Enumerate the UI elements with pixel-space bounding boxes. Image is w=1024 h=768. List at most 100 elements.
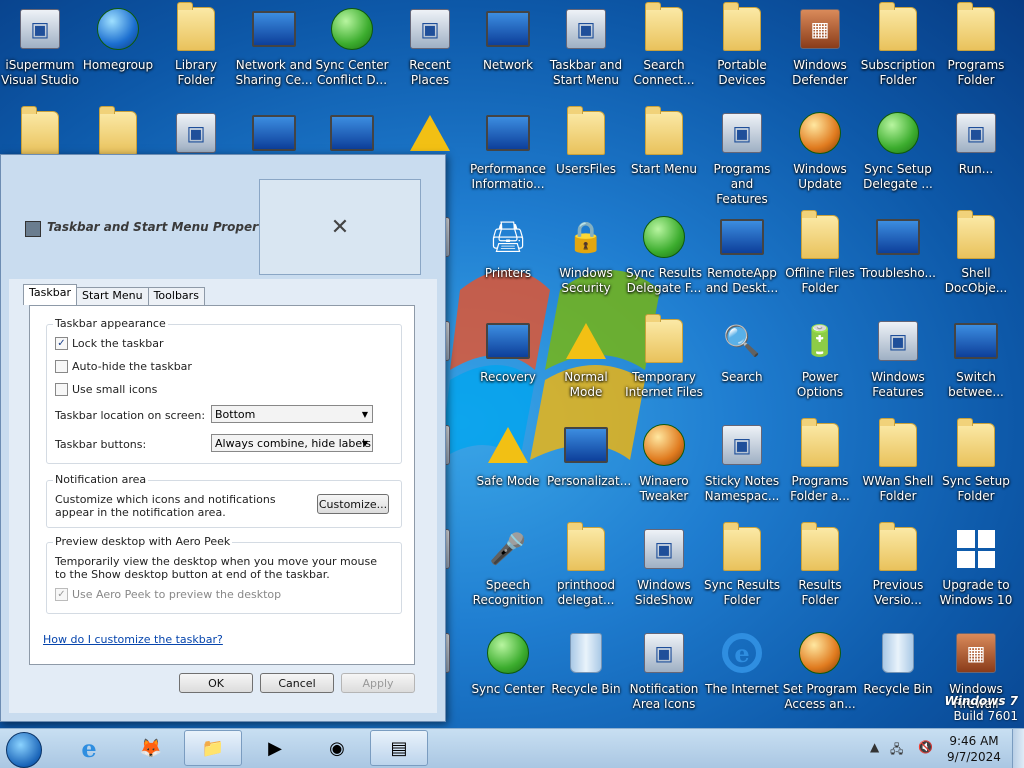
desktop-icon[interactable]: RemoteApp and Deskt... xyxy=(703,210,781,314)
desktop-icon[interactable]: Sync Setup Folder xyxy=(937,418,1015,522)
buttons-select[interactable]: Always combine, hide labels ▼ xyxy=(211,434,373,452)
desktop-icon[interactable]: Personalizat... xyxy=(547,418,631,522)
desktop-icon[interactable]: 🔒 Windows Security xyxy=(547,210,625,314)
desktop-icon[interactable]: Troublesho... xyxy=(859,210,937,314)
tab-taskbar[interactable]: Taskbar xyxy=(23,284,77,305)
media-icon: ▶ xyxy=(268,737,282,759)
show-hidden-icons-icon[interactable]: ▲ xyxy=(870,740,879,754)
desktop-icon[interactable]: e The Internet xyxy=(703,626,781,730)
desktop-icon[interactable]: Safe Mode xyxy=(469,418,547,522)
desktop-icon[interactable]: Subscription Folder xyxy=(859,2,937,106)
desktop-icon[interactable]: Shell DocObje... xyxy=(937,210,1015,314)
location-select[interactable]: Bottom ▼ xyxy=(211,405,373,423)
desktop-icon[interactable]: Set Program Access an... xyxy=(781,626,859,730)
checkbox-box[interactable]: ✓ xyxy=(55,588,68,601)
tab-toolbars[interactable]: Toolbars xyxy=(147,287,205,305)
desktop-icon-label: Recycle Bin xyxy=(551,682,621,696)
desktop-icon[interactable]: Results Folder xyxy=(781,522,859,626)
desktop-icon[interactable]: Homegroup xyxy=(79,2,157,106)
folder-icon xyxy=(563,106,609,156)
notification-area-group: Notification area Customize which icons … xyxy=(46,473,402,528)
desktop-icon[interactable]: Windows Update xyxy=(781,106,859,210)
desktop-icon[interactable]: ▦ Windows Defender xyxy=(781,2,859,106)
desktop-icon[interactable]: Library Folder xyxy=(157,2,235,106)
start-button[interactable] xyxy=(6,732,42,768)
cancel-button[interactable]: Cancel xyxy=(260,673,334,693)
ok-button[interactable]: OK xyxy=(179,673,253,693)
taskbar-button-file-explorer[interactable]: 📁 xyxy=(184,730,242,766)
desktop-icon[interactable]: Recovery xyxy=(469,314,547,418)
taskbar-button-internet-explorer[interactable]: e xyxy=(60,730,118,766)
tab-start-menu[interactable]: Start Menu xyxy=(76,287,149,305)
checkbox-box[interactable]: ✓ xyxy=(55,337,68,350)
desktop-icon[interactable]: Normal Mode xyxy=(547,314,625,418)
desktop-icon[interactable]: Previous Versio... xyxy=(859,522,937,626)
winaero-icon-shape xyxy=(643,424,685,466)
desktop-icon[interactable]: ▣ Notification Area Icons xyxy=(625,626,703,730)
desktop-icon[interactable]: ▣ Recent Places xyxy=(391,2,469,106)
desktop-icon[interactable]: Sync Results Folder xyxy=(703,522,781,626)
desktop-icon[interactable]: ▣ Programs and Features xyxy=(703,106,781,210)
desktop-icon[interactable]: 🎤 Speech Recognition xyxy=(469,522,547,626)
desktop-icon[interactable]: ▣ Sticky Notes Namespac... xyxy=(703,418,781,522)
checkbox-box[interactable] xyxy=(55,360,68,373)
desktop-icon[interactable]: UsersFiles xyxy=(547,106,625,210)
desktop-icon[interactable]: Offline Files Folder xyxy=(781,210,859,314)
desktop-icon[interactable]: Sync Center Conflict D... xyxy=(313,2,391,106)
taskbar-button-media-player[interactable]: ▶ xyxy=(246,730,304,766)
aero-peek-checkbox[interactable]: ✓ Use Aero Peek to preview the desktop xyxy=(55,588,281,601)
desktop-icon[interactable]: printhood delegat... xyxy=(547,522,625,626)
desktop-icon-label: Sync Results Delegate F... xyxy=(625,266,703,295)
app-icon: ▣ xyxy=(17,6,63,52)
desktop-icon[interactable]: Performance Informatio... xyxy=(469,106,547,210)
help-link[interactable]: How do I customize the taskbar? xyxy=(43,633,223,646)
clock[interactable]: 9:46 AM 9/7/2024 xyxy=(944,733,1004,765)
folder-icon-shape xyxy=(645,2,683,51)
desktop-icon[interactable]: WWan Shell Folder xyxy=(859,418,937,522)
checkbox-box[interactable] xyxy=(55,383,68,396)
close-button[interactable]: ✕ xyxy=(259,179,421,275)
customize-button[interactable]: Customize... xyxy=(317,494,389,514)
folder-icon xyxy=(875,522,921,572)
taskbar-button-app[interactable]: ◉ xyxy=(308,730,366,766)
desktop-icon[interactable]: Portable Devices xyxy=(703,2,781,106)
desktop-icon[interactable]: Recycle Bin xyxy=(547,626,625,730)
desktop-icon[interactable]: Sync Setup Delegate ... xyxy=(859,106,937,210)
desktop-icon[interactable]: ▣ Windows SideShow xyxy=(625,522,703,626)
taskbar-button-firefox[interactable]: 🦊 xyxy=(122,730,180,766)
desktop-icon[interactable]: ▣ iSupermum Visual Studio xyxy=(1,2,79,106)
printer-icon-shape: 🖨 xyxy=(488,219,528,255)
desktop-icon[interactable]: 🔋 Power Options xyxy=(781,314,859,418)
desktop-icon[interactable]: Sync Results Delegate F... xyxy=(625,210,703,314)
desktop-icon[interactable]: Programs Folder xyxy=(937,2,1015,106)
desktop-icon[interactable]: ▣ Taskbar and Start Menu xyxy=(547,2,625,106)
desktop-icon[interactable]: Sync Center xyxy=(469,626,547,730)
desktop-icon[interactable]: Recycle Bin xyxy=(859,626,937,730)
desktop-icon[interactable]: Start Menu xyxy=(625,106,703,210)
programs-icon-shape: ▣ xyxy=(878,321,918,361)
desktop-icon[interactable]: Network and Sharing Ce... xyxy=(235,2,313,106)
show-desktop-button[interactable] xyxy=(1012,729,1024,768)
group-title: Preview desktop with Aero Peek xyxy=(53,535,233,548)
autohide-checkbox[interactable]: Auto-hide the taskbar xyxy=(55,360,192,373)
small-icons-checkbox[interactable]: Use small icons xyxy=(55,383,157,396)
folder-icon-shape xyxy=(645,106,683,155)
desktop-icon[interactable]: Upgrade to Windows 10 xyxy=(937,522,1015,626)
desktop-icon[interactable]: Search Connect... xyxy=(625,2,703,106)
desktop-icon[interactable]: ▣ Windows Features xyxy=(859,314,937,418)
network-tray-icon[interactable]: 🖧 xyxy=(890,740,903,761)
taskbar-button-taskbar-properties[interactable]: ▤ xyxy=(370,730,428,766)
lock-taskbar-checkbox[interactable]: ✓ Lock the taskbar xyxy=(55,337,164,350)
desktop-icon[interactable]: 🖨 Printers xyxy=(469,210,547,314)
desktop-icon[interactable]: Programs Folder a... xyxy=(781,418,859,522)
desktop-icon[interactable]: Network xyxy=(469,2,547,106)
desktop-icon[interactable]: 🔍 Search xyxy=(703,314,781,418)
desktop-icon[interactable]: Temporary Internet Files xyxy=(625,314,703,418)
performance-icon xyxy=(485,110,531,156)
volume-muted-icon[interactable]: 🔇 xyxy=(918,740,933,754)
desktop-icon[interactable]: Winaero Tweaker xyxy=(625,418,703,522)
apply-button[interactable]: Apply xyxy=(341,673,415,693)
desktop-icon[interactable]: Switch betwee... xyxy=(937,314,1015,418)
folder-icon-shape xyxy=(957,2,995,51)
desktop-icon[interactable]: ▣ Run... xyxy=(937,106,1015,210)
